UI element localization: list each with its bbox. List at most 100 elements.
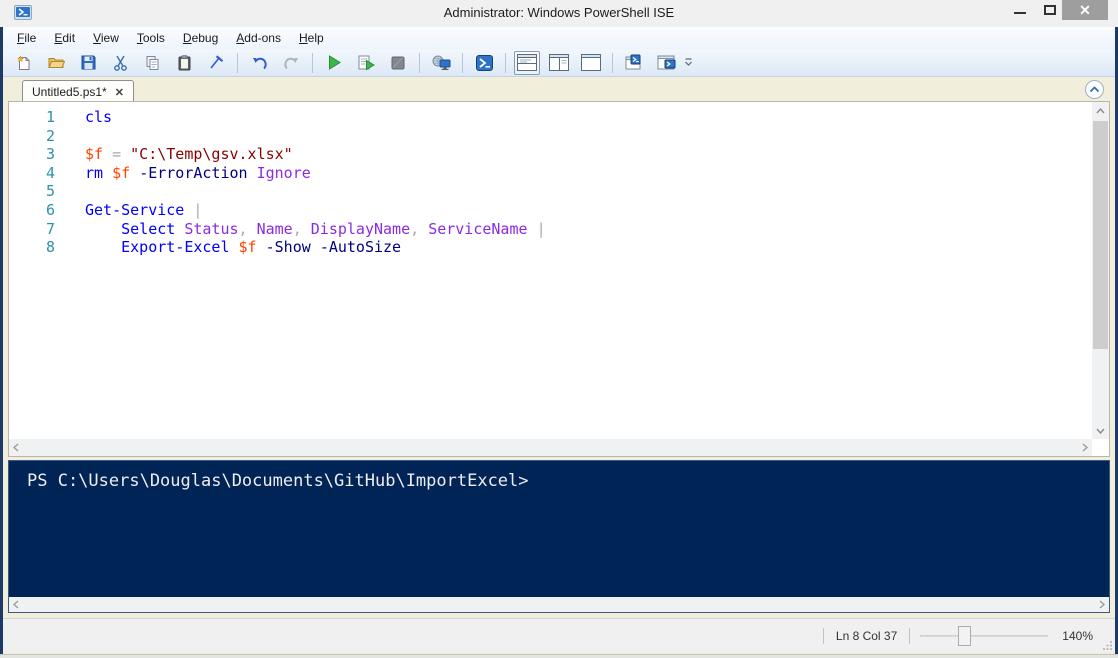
toolbar-separator (312, 53, 313, 73)
script-pane-toggle-a-button[interactable] (621, 51, 647, 75)
chevron-up-icon (1096, 108, 1105, 114)
code-line[interactable] (85, 127, 1092, 146)
toolbar-overflow-button[interactable] (684, 58, 693, 67)
editor-scrollbar-thumb[interactable] (1093, 121, 1108, 349)
show-script-pane-right-button[interactable] (546, 51, 572, 75)
run-script-icon (328, 55, 341, 70)
zoom-level-label: 140% (1062, 629, 1093, 643)
menu-help[interactable]: Help (290, 28, 333, 48)
zoom-slider[interactable] (920, 626, 1048, 646)
maximize-button[interactable] (1036, 0, 1064, 20)
start-powershell-button[interactable] (471, 51, 497, 75)
toolbar-separator (419, 53, 420, 73)
minimize-button[interactable] (1006, 0, 1034, 20)
code-line[interactable]: rm $f -ErrorAction Ignore (85, 164, 1092, 183)
status-separator (823, 628, 824, 644)
cursor-position-label: Ln 8 Col 37 (834, 629, 899, 643)
tab-label: Untitled5.ps1* (32, 85, 107, 99)
title-bar: Administrator: Windows PowerShell ISE ✕ (0, 0, 1118, 27)
scroll-down-arrow[interactable] (1092, 422, 1109, 439)
script-pane-toggle-a-icon (625, 54, 644, 71)
show-script-pane-maximized-button[interactable] (578, 51, 604, 75)
close-button[interactable]: ✕ (1062, 0, 1108, 20)
chevron-right-icon (1099, 600, 1105, 609)
chevron-left-icon (13, 600, 19, 609)
chevron-down-icon (1096, 428, 1105, 434)
menu-file[interactable]: File (8, 28, 45, 48)
line-number: 5 (9, 182, 71, 201)
line-number: 1 (9, 108, 71, 127)
start-powershell-icon (476, 55, 493, 71)
code-area[interactable]: 12345678 cls $f = "C:\Temp\gsv.xlsx"rm $… (9, 102, 1092, 439)
save-button[interactable] (75, 51, 101, 75)
maximize-icon (1044, 5, 1056, 15)
redo-button[interactable] (278, 51, 304, 75)
toolbar-separator (237, 53, 238, 73)
chevron-up-icon (1089, 86, 1100, 93)
script-editor-pane[interactable]: 12345678 cls $f = "C:\Temp\gsv.xlsx"rm $… (8, 101, 1110, 457)
toolbar-separator (612, 53, 613, 73)
new-remote-powershell-tab-button[interactable] (428, 51, 454, 75)
menu-addons[interactable]: Add-ons (227, 28, 290, 48)
toolbar-separator (505, 53, 506, 73)
code-lines[interactable]: cls $f = "C:\Temp\gsv.xlsx"rm $f -ErrorA… (71, 102, 1092, 439)
toolbar (0, 49, 1118, 77)
save-icon (81, 55, 96, 70)
collapse-pane-button[interactable] (1085, 80, 1104, 99)
redo-icon (283, 55, 300, 70)
code-line[interactable]: cls (85, 108, 1092, 127)
code-line[interactable]: $f = "C:\Temp\gsv.xlsx" (85, 145, 1092, 164)
tab-untitled5[interactable]: Untitled5.ps1* ✕ (22, 80, 134, 103)
status-separator (909, 628, 910, 644)
stop-operation-button[interactable] (385, 51, 411, 75)
show-script-pane-maximized-icon (581, 54, 601, 71)
line-number: 7 (9, 220, 71, 239)
minimize-icon (1014, 12, 1026, 14)
menu-tools[interactable]: Tools (128, 28, 174, 48)
clear-console-icon (208, 55, 224, 71)
run-selection-button[interactable] (353, 51, 379, 75)
code-line[interactable]: Get-Service | (85, 201, 1092, 220)
menu-view[interactable]: View (84, 28, 128, 48)
run-selection-icon (358, 55, 375, 71)
chevron-right-icon (1082, 443, 1088, 452)
open-script-button[interactable] (43, 51, 69, 75)
toolbar-separator (462, 53, 463, 73)
clear-console-button[interactable] (203, 51, 229, 75)
tab-close-icon[interactable]: ✕ (115, 86, 124, 99)
editor-vertical-scrollbar[interactable] (1092, 102, 1109, 439)
new-script-icon (16, 55, 32, 71)
window-title: Administrator: Windows PowerShell ISE (0, 5, 1118, 20)
scroll-up-arrow[interactable] (1092, 102, 1109, 119)
editor-horizontal-scrollbar[interactable] (9, 439, 1092, 456)
undo-icon (251, 55, 268, 70)
paste-button[interactable] (171, 51, 197, 75)
toolbar-overflow-icon (684, 58, 693, 67)
line-number: 2 (9, 127, 71, 146)
code-line[interactable] (85, 182, 1092, 201)
line-number: 6 (9, 201, 71, 220)
undo-button[interactable] (246, 51, 272, 75)
show-script-pane-top-icon (517, 54, 537, 71)
chevron-left-icon (13, 443, 19, 452)
code-line[interactable]: Select Status, Name, DisplayName, Servic… (85, 220, 1092, 239)
script-pane-toggle-b-button[interactable] (653, 51, 679, 75)
zoom-slider-thumb[interactable] (958, 626, 971, 646)
show-script-pane-top-button[interactable] (514, 51, 540, 75)
resize-grip-icon[interactable] (1103, 640, 1113, 650)
console-horizontal-scrollbar[interactable] (9, 597, 1109, 612)
console-pane[interactable]: PS C:\Users\Douglas\Documents\GitHub\Imp… (9, 461, 1109, 597)
window-border-bottom (0, 654, 1118, 658)
paste-icon (178, 55, 191, 71)
zoom-slider-track[interactable] (920, 635, 1048, 637)
copy-button[interactable] (139, 51, 165, 75)
menu-edit[interactable]: Edit (45, 28, 84, 48)
line-number: 4 (9, 164, 71, 183)
run-script-button[interactable] (321, 51, 347, 75)
line-number: 8 (9, 238, 71, 257)
new-script-button[interactable] (11, 51, 37, 75)
show-script-pane-right-icon (549, 54, 569, 71)
code-line[interactable]: Export-Excel $f -Show -AutoSize (85, 238, 1092, 257)
cut-button[interactable] (107, 51, 133, 75)
menu-debug[interactable]: Debug (174, 28, 227, 48)
